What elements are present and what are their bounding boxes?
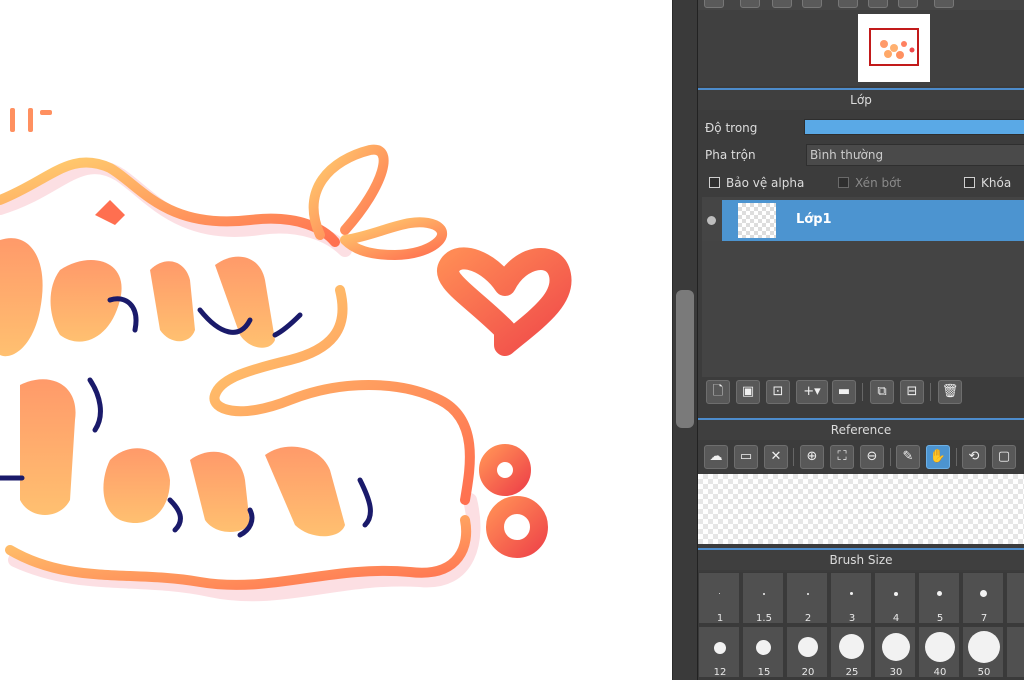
nav-tool-icon[interactable] bbox=[740, 0, 760, 8]
blend-mode-label: Pha trộn bbox=[705, 148, 756, 162]
brush-size-cell[interactable]: 25 bbox=[830, 626, 872, 678]
new-vector-layer-icon[interactable]: ⊡ bbox=[766, 380, 790, 404]
protect-alpha-label: Bảo vệ alpha bbox=[726, 176, 805, 190]
artwork bbox=[0, 108, 572, 602]
merge-icon[interactable]: ⊟ bbox=[900, 380, 924, 404]
layer-panel-header: Lớp bbox=[698, 88, 1024, 110]
zoom-out-icon[interactable]: ⊖ bbox=[860, 445, 884, 469]
brush-size-cell[interactable] bbox=[1006, 626, 1024, 678]
brush-size-cell[interactable]: 7 bbox=[962, 572, 1004, 624]
side-panel: Lớp Độ trong Pha trộn Bình thường Bảo vệ… bbox=[698, 0, 1024, 680]
reference-panel-header: Reference bbox=[698, 418, 1024, 440]
nav-tool-icon[interactable] bbox=[898, 0, 918, 8]
nav-tool-icon[interactable] bbox=[934, 0, 954, 8]
zoom-in-icon[interactable]: ⊕ bbox=[800, 445, 824, 469]
panel-scrollbar[interactable] bbox=[672, 0, 698, 680]
cloud-icon[interactable]: ☁ bbox=[704, 445, 728, 469]
nav-tool-icon[interactable] bbox=[802, 0, 822, 8]
fit-icon[interactable]: ⛶ bbox=[830, 445, 854, 469]
layer-thumbnail bbox=[738, 203, 776, 238]
brush-size-cell[interactable]: 4 bbox=[874, 572, 916, 624]
layer-visibility-toggle[interactable] bbox=[702, 200, 722, 241]
brush-size-cell[interactable]: 40 bbox=[918, 626, 960, 678]
nav-tool-icon[interactable] bbox=[704, 0, 724, 8]
hand-icon[interactable]: ✋ bbox=[926, 445, 950, 469]
nav-tool-icon[interactable] bbox=[772, 0, 792, 8]
layer-name: Lớp1 bbox=[796, 212, 832, 227]
brush-size-cell[interactable]: 12 bbox=[698, 626, 740, 678]
new-raster-layer-icon[interactable]: ▣ bbox=[736, 380, 760, 404]
brush-size-cell[interactable]: 20 bbox=[786, 626, 828, 678]
brush-size-cell[interactable]: 3 bbox=[830, 572, 872, 624]
clipping-checkbox[interactable] bbox=[838, 177, 849, 188]
reference-toolbar: ☁ ▭ ✕ ⊕ ⛶ ⊖ ✎ ✋ ⟲ ▢ bbox=[698, 442, 1024, 472]
drawing-canvas[interactable] bbox=[0, 0, 672, 680]
navigator-thumbnail[interactable] bbox=[858, 14, 930, 82]
brush-size-cell[interactable]: 5 bbox=[918, 572, 960, 624]
lock-checkbox[interactable] bbox=[964, 177, 975, 188]
navigator-view[interactable] bbox=[698, 10, 1024, 86]
navigator-artwork bbox=[880, 40, 915, 59]
rotate-icon[interactable]: ⟲ bbox=[962, 445, 986, 469]
delete-icon[interactable]: 🗑 bbox=[938, 380, 962, 404]
brush-size-cell[interactable]: 50 bbox=[962, 626, 1004, 678]
scrollbar-thumb[interactable] bbox=[676, 290, 694, 428]
fullscreen-icon[interactable]: ▢ bbox=[992, 445, 1016, 469]
navigator-toolbar bbox=[698, 0, 1024, 10]
lock-label: Khóa bbox=[981, 176, 1012, 190]
blend-mode-select[interactable]: Bình thường bbox=[806, 144, 1024, 166]
opacity-label: Độ trong bbox=[705, 121, 758, 135]
duplicate-icon[interactable]: ⧉ bbox=[870, 380, 894, 404]
layer-row[interactable]: Lớp1 bbox=[702, 200, 1024, 241]
nav-tool-icon[interactable] bbox=[838, 0, 858, 8]
open-folder-icon[interactable]: ▭ bbox=[734, 445, 758, 469]
folder-icon[interactable]: ▬ bbox=[832, 380, 856, 404]
new-layer-icon[interactable]: 🗋 bbox=[706, 380, 730, 404]
brush-size-cell[interactable]: 15 bbox=[742, 626, 784, 678]
layer-toolbar: 🗋 ▣ ⊡ +▾ ▬ ⧉ ⊟ 🗑 bbox=[698, 377, 1024, 407]
clipping-label: Xén bớt bbox=[855, 176, 902, 190]
close-icon[interactable]: ✕ bbox=[764, 445, 788, 469]
eyedropper-icon[interactable]: ✎ bbox=[896, 445, 920, 469]
brush-size-cell[interactable]: 1 bbox=[698, 572, 740, 624]
brush-size-cell[interactable]: 1.5 bbox=[742, 572, 784, 624]
brush-size-panel-header: Brush Size bbox=[698, 548, 1024, 570]
layer-list: Lớp1 bbox=[702, 197, 1024, 377]
brush-size-grid: 1 1.5 2 3 4 5 7 12 15 20 25 30 40 50 bbox=[698, 572, 1024, 680]
opacity-slider[interactable] bbox=[804, 119, 1024, 135]
brush-size-cell[interactable]: 2 bbox=[786, 572, 828, 624]
protect-alpha-checkbox[interactable] bbox=[709, 177, 720, 188]
add-layer-dropdown-icon[interactable]: +▾ bbox=[796, 380, 828, 404]
reference-view[interactable] bbox=[698, 474, 1024, 544]
brush-size-cell[interactable] bbox=[1006, 572, 1024, 624]
visibility-icon bbox=[707, 216, 716, 225]
brush-size-cell[interactable]: 30 bbox=[874, 626, 916, 678]
nav-tool-icon[interactable] bbox=[868, 0, 888, 8]
